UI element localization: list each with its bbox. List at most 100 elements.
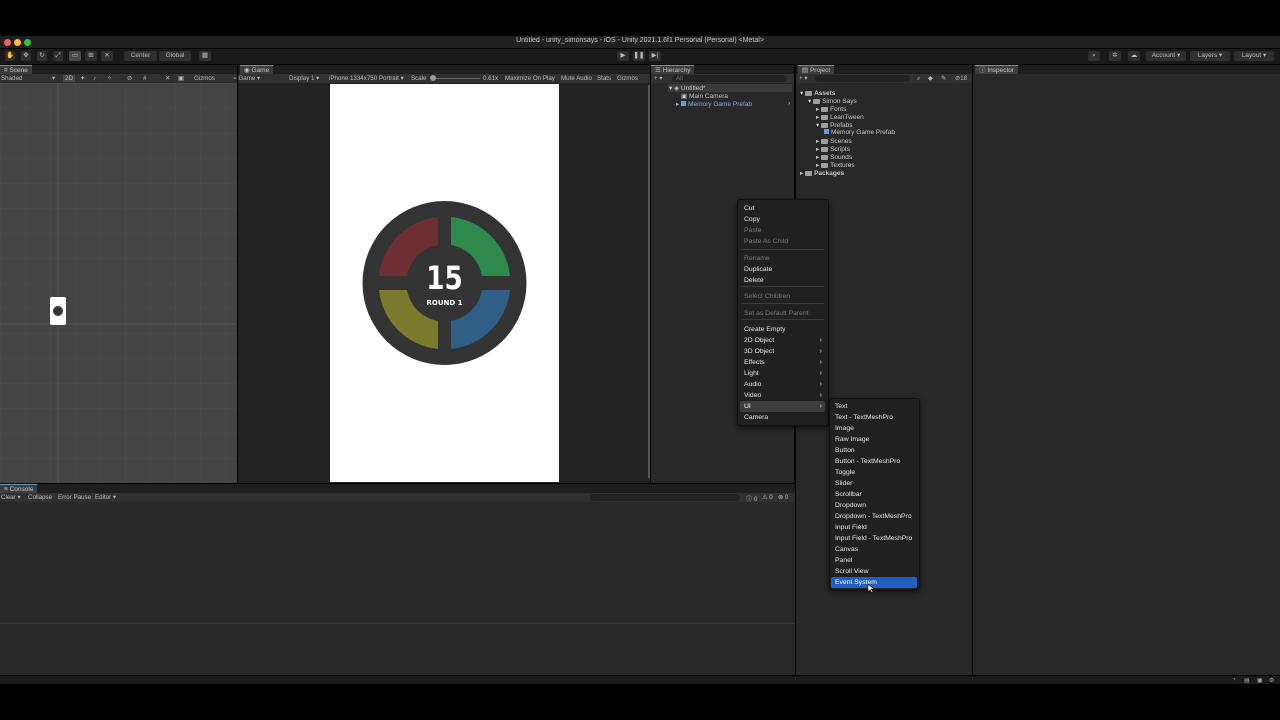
account-dropdown[interactable]: Account ▾ xyxy=(1146,51,1186,61)
context-menu-item[interactable]: Copy xyxy=(740,214,825,225)
context-menu-item[interactable]: Camera xyxy=(740,412,825,423)
hierarchy-item-scene[interactable]: ▾ ◈ Untitled* xyxy=(669,84,705,92)
mute-audio-toggle[interactable]: Mute Audio xyxy=(561,75,592,82)
error-pause-toggle[interactable]: Error Pause xyxy=(58,494,91,501)
transform-tool-icon[interactable]: ⊞ xyxy=(85,51,97,61)
project-tree-item[interactable]: ▸ Sounds xyxy=(816,153,852,161)
stats-toggle[interactable]: Stats xyxy=(597,75,611,82)
ui-submenu-item[interactable]: Dropdown xyxy=(831,500,917,511)
project-tree-item[interactable]: ▸ Packages xyxy=(800,169,844,177)
layers-dropdown[interactable]: Layers ▾ xyxy=(1190,51,1230,61)
context-menu-item[interactable]: Video › xyxy=(740,390,825,401)
error-count-toggle[interactable]: ⊗ 0 xyxy=(778,494,788,501)
context-menu-item[interactable]: Light › xyxy=(740,368,825,379)
console-search-input[interactable] xyxy=(590,494,740,501)
game-scrollbar[interactable] xyxy=(648,85,650,478)
ui-submenu-item[interactable]: Input Field xyxy=(831,522,917,533)
filter-icon[interactable]: ⌕ xyxy=(917,75,920,83)
rect-tool-icon[interactable]: ▭ xyxy=(69,51,81,61)
ui-submenu-item[interactable]: Raw Image xyxy=(831,434,917,445)
project-tree-item[interactable]: ▾ Simon Says xyxy=(808,97,857,105)
ui-submenu-item[interactable]: Scroll View xyxy=(831,566,917,577)
ui-submenu-item[interactable]: Text xyxy=(831,401,917,412)
ui-submenu-item[interactable]: Dropdown - TextMeshPro xyxy=(831,511,917,522)
ui-submenu-item[interactable]: Button xyxy=(831,445,917,456)
status-debug-icon[interactable]: ▣ xyxy=(1257,677,1263,684)
pause-button[interactable]: ❚❚ xyxy=(633,51,645,61)
hierarchy-item-main-camera[interactable]: ▣ Main Camera xyxy=(681,92,728,100)
ui-submenu-item[interactable]: Scrollbar xyxy=(831,489,917,500)
tab-console[interactable]: ≡ Console xyxy=(0,484,38,493)
project-tree-item[interactable]: ▸ Fonts xyxy=(816,105,846,113)
lighting-icon[interactable]: ✦ xyxy=(80,75,85,82)
context-menu-item[interactable]: Delete xyxy=(740,275,825,286)
context-menu-item[interactable]: 3D Object › xyxy=(740,346,825,357)
display-dropdown[interactable]: Display 1 ▾ xyxy=(289,75,319,82)
audio-icon[interactable]: ♪ xyxy=(93,75,96,82)
ui-submenu-item[interactable]: Canvas xyxy=(831,544,917,555)
project-tree-item[interactable]: ▸ Textures xyxy=(816,161,855,169)
tab-scene[interactable]: ⌗ Scene xyxy=(0,65,32,74)
context-menu-item[interactable]: UI › xyxy=(740,401,825,412)
ui-submenu-item[interactable]: Toggle xyxy=(831,467,917,478)
scene-game-object-preview[interactable] xyxy=(50,297,66,325)
step-button[interactable]: ▶| xyxy=(649,51,661,61)
project-tree-item[interactable]: ▾ Assets xyxy=(800,89,835,97)
context-menu-item[interactable]: Effects › xyxy=(740,357,825,368)
collapse-toggle[interactable]: Collapse xyxy=(28,494,52,501)
ui-submenu-item[interactable]: Text - TextMeshPro xyxy=(831,412,917,423)
pivot-center-button[interactable]: Center xyxy=(124,51,157,61)
project-tree-item[interactable]: ▸ Scripts xyxy=(816,145,850,153)
project-tree-item[interactable]: ▸ LeanTween xyxy=(816,113,864,121)
context-menu-item[interactable]: Audio › xyxy=(740,379,825,390)
tools-icon[interactable]: ✕ xyxy=(165,75,170,82)
move-tool-icon[interactable]: ✥ xyxy=(21,51,31,61)
ui-submenu-item[interactable]: Button - TextMeshPro xyxy=(831,456,917,467)
context-menu-item[interactable]: Cut xyxy=(740,203,825,214)
status-progress-icon[interactable]: ◔ xyxy=(1232,677,1236,683)
project-tree-item[interactable]: ▾ Prefabs xyxy=(816,121,852,129)
shading-dropdown[interactable]: Shaded xyxy=(1,75,22,82)
scene-gizmos-dropdown[interactable]: Gizmos xyxy=(194,75,215,82)
settings-icon[interactable]: ✲ xyxy=(1109,51,1121,61)
context-menu-item[interactable]: Create Empty xyxy=(740,324,825,335)
scale-slider-track[interactable] xyxy=(430,78,480,79)
grid-icon[interactable]: # xyxy=(143,75,146,82)
project-tree-item[interactable]: Memory Game Prefab xyxy=(824,129,895,136)
rotate-tool-icon[interactable]: ↻ xyxy=(37,51,47,61)
context-menu-item[interactable]: Duplicate xyxy=(740,264,825,275)
grid-snap-icon[interactable]: ▦ xyxy=(199,51,211,61)
search-icon[interactable]: ⌕ xyxy=(1088,51,1100,61)
console-clear-button[interactable]: Clear ▾ xyxy=(1,494,21,501)
maximize-on-play-toggle[interactable]: Maximize On Play xyxy=(505,75,555,82)
ui-submenu-item[interactable]: Slider xyxy=(831,478,917,489)
status-settings-icon[interactable]: ⚙ xyxy=(1269,677,1274,684)
mode-2d-toggle[interactable]: 2D xyxy=(63,75,75,82)
hierarchy-search-input[interactable] xyxy=(672,75,787,82)
tab-game[interactable]: ◉ Game xyxy=(240,65,274,74)
context-menu-item[interactable]: 2D Object › xyxy=(740,335,825,346)
tab-inspector[interactable]: ⓘ Inspector xyxy=(975,65,1019,74)
project-search-input[interactable] xyxy=(815,75,910,82)
ui-submenu-item[interactable]: Panel xyxy=(831,555,917,566)
project-add-button[interactable]: + ▾ xyxy=(799,75,807,82)
prefab-chevron-right-icon[interactable]: › xyxy=(788,100,790,107)
status-cache-icon[interactable]: ▤ xyxy=(1244,677,1250,684)
layout-dropdown[interactable]: Layout ▾ xyxy=(1234,51,1274,61)
ui-submenu-item[interactable]: Image xyxy=(831,423,917,434)
editor-dropdown[interactable]: Editor ▾ xyxy=(95,494,116,501)
cloud-icon[interactable]: ☁ xyxy=(1128,51,1140,61)
pivot-global-button[interactable]: Global xyxy=(159,51,191,61)
project-tree-item[interactable]: ▸ Scenes xyxy=(816,137,852,145)
hierarchy-add-button[interactable]: + ▾ xyxy=(654,75,662,82)
custom-tool-icon[interactable]: ✕ xyxy=(101,51,113,61)
label-filter-icon[interactable]: ✎ xyxy=(941,75,946,82)
scale-slider-handle[interactable] xyxy=(430,75,436,81)
effects-icon[interactable]: ✧ xyxy=(107,75,112,82)
tab-hierarchy[interactable]: ☰ Hierarchy xyxy=(651,65,695,74)
hierarchy-item-prefab[interactable]: ▸ Memory Game Prefab xyxy=(676,100,752,108)
warning-count-toggle[interactable]: ⚠ 0 xyxy=(762,494,773,501)
log-count-toggle[interactable]: ⓘ 0 xyxy=(746,494,757,503)
hidden-objects-icon[interactable]: ⊘ xyxy=(127,75,132,82)
camera-icon[interactable]: ▣ xyxy=(178,75,184,82)
